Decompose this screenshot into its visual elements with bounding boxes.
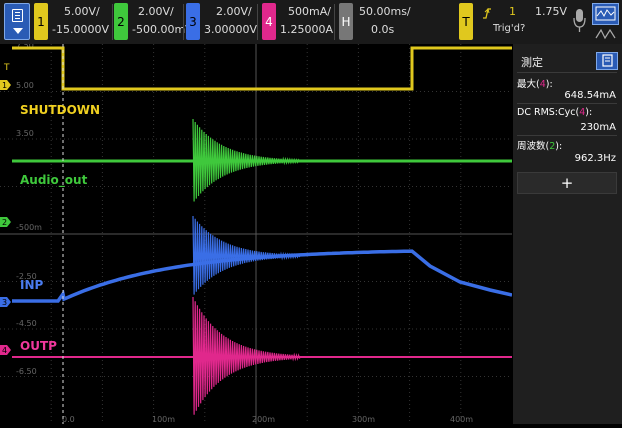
waveform-icon <box>595 6 616 21</box>
channel-2-ground-marker-text: 2 <box>2 218 7 227</box>
divider <box>183 4 184 40</box>
trigger-level-marker[interactable]: T <box>3 63 10 73</box>
channel-1-number: 1 <box>34 3 48 40</box>
channel-3-label[interactable]: 3 2.00V/ 3.00000V <box>186 3 262 40</box>
channel-2-scale: 2.00V/ <box>138 5 174 18</box>
y-grid-label: -500m <box>16 223 42 232</box>
divider <box>517 103 617 104</box>
x-grid-label: 0.0 <box>62 415 75 424</box>
measurement-1-name: 最大 <box>517 79 537 90</box>
divider <box>257 4 258 40</box>
acquisition-mode-button[interactable] <box>592 3 619 25</box>
channel-4-ground-marker-text: 4 <box>2 346 7 355</box>
trigger-source: 1 <box>509 5 516 18</box>
measurement-2-label[interactable]: DC RMS:Cyc(4): <box>517 107 592 118</box>
graticule: 7.505.003.50-500m-2.50-4.50-6.500.0 100m 2… <box>0 41 512 424</box>
measurement-3-channel: 2 <box>549 141 556 152</box>
channel-1-label[interactable]: 1 5.00V/ -15.0000V <box>34 3 116 40</box>
measurement-3-suffix: : <box>559 141 563 152</box>
measurement-menu-button[interactable] <box>596 52 618 70</box>
measurement-1-value: 648.54mA <box>564 90 616 101</box>
measurement-2-value: 230mA <box>580 122 616 133</box>
document-icon <box>602 54 613 67</box>
measurement-1-label[interactable]: 最大(4): <box>517 76 553 90</box>
horizontal-scale: 50.00ms/ <box>359 5 411 18</box>
trace-label-audio-out: Audio_out <box>20 173 88 188</box>
measurement-1-channel: 4 <box>539 79 546 90</box>
add-measurement-button[interactable]: + <box>517 172 617 194</box>
outp-burst <box>192 296 301 415</box>
divider <box>517 135 617 136</box>
shutdown-trace <box>12 46 512 91</box>
channel-2-label[interactable]: 2 2.00V/ -500.00mV <box>114 3 193 40</box>
channel-4-label[interactable]: 4 500mA/ 1.25000A <box>262 3 334 40</box>
channel-3-offset: 3.00000V <box>204 23 258 36</box>
top-toolbar: 1 5.00V/ -15.0000V 2 2.00V/ -500.00mV 3 … <box>0 0 622 44</box>
measurement-3-value: 962.3Hz <box>574 153 616 164</box>
acquisition-secondary-button[interactable] <box>592 26 619 42</box>
horizontal-badge: H <box>339 3 353 40</box>
channel-4-scale: 500mA/ <box>288 5 331 18</box>
waveform-display[interactable]: 7.50 5.00 3.50 -500m -2.50 -4.50 -6.50 0.0 100m 2… <box>0 41 513 424</box>
rising-edge-icon <box>483 8 491 19</box>
y-grid-label: -6.50 <box>16 367 37 376</box>
channel-1-ground-marker-text: 1 <box>2 81 7 90</box>
channel-3-ground-marker-text: 3 <box>2 298 7 307</box>
signal-icon <box>595 28 616 40</box>
divider <box>112 4 113 40</box>
channel-1-ground-marker[interactable]: 1 <box>0 80 11 90</box>
horizontal-label[interactable]: H 50.00ms/ 0.0s <box>339 3 413 40</box>
waveform-canvas: 7.505.003.50-500m-2.50-4.50-6.500.0 100m 2… <box>0 41 513 424</box>
measurement-2-suffix: : <box>588 107 593 118</box>
channel-3-ground-marker[interactable]: 3 <box>0 297 11 307</box>
document-icon <box>12 9 23 22</box>
channel-2-number: 2 <box>114 3 128 40</box>
dropdown-arrow-icon <box>13 28 23 34</box>
measurement-2-name: DC RMS:Cyc <box>517 107 576 118</box>
trigger-level: 1.75V <box>535 5 568 18</box>
y-grid-label: -4.50 <box>16 319 37 328</box>
trigger-badge[interactable]: T <box>459 3 473 40</box>
channel-3-scale: 2.00V/ <box>216 5 252 18</box>
y-grid-label: 3.50 <box>16 129 34 138</box>
divider <box>517 72 617 73</box>
trigger-info[interactable]: 1 1.75V Trig'd? <box>480 3 567 40</box>
measurement-3-name: 周波数 <box>517 141 546 152</box>
trace-label-inp: INP <box>20 278 44 292</box>
microphone-icon[interactable] <box>572 6 588 36</box>
measurement-1-suffix: : <box>549 79 553 90</box>
x-grid-label: 400m <box>450 415 473 424</box>
channel-2-ground-marker[interactable]: 2 <box>0 217 11 227</box>
channel-4-offset: 1.25000A <box>280 23 334 36</box>
divider <box>334 4 335 40</box>
x-grid-label: 300m <box>352 415 375 424</box>
x-grid-label: 200m <box>252 415 275 424</box>
channel-1-scale: 5.00V/ <box>64 5 100 18</box>
trace-label-shutdown: SHUTDOWN <box>20 103 100 117</box>
measurement-panel-title: 測定 <box>521 56 543 69</box>
channel-1-offset: -15.0000V <box>52 23 109 36</box>
audio-out-burst <box>192 118 301 202</box>
horizontal-delay: 0.0s <box>371 23 395 36</box>
measurement-3-label[interactable]: 周波数(2): <box>517 138 562 152</box>
measurement-panel: 測定 最大(4): 648.54mA DC RMS:Cyc(4): 230mA … <box>513 44 622 424</box>
inp-burst <box>192 215 301 295</box>
x-grid-label: 100m <box>152 415 175 424</box>
measurement-panel-header: 測定 <box>513 49 622 71</box>
main-menu-button[interactable] <box>4 3 30 40</box>
channel-4-ground-marker[interactable]: 4 <box>0 345 11 355</box>
trace-label-outp: OUTP <box>20 339 57 353</box>
y-grid-label: 5.00 <box>16 81 34 90</box>
channel-3-number: 3 <box>186 3 200 40</box>
measurement-2-channel: 4 <box>579 107 586 118</box>
trigger-status: Trig'd? <box>493 23 526 34</box>
channel-4-number: 4 <box>262 3 276 40</box>
